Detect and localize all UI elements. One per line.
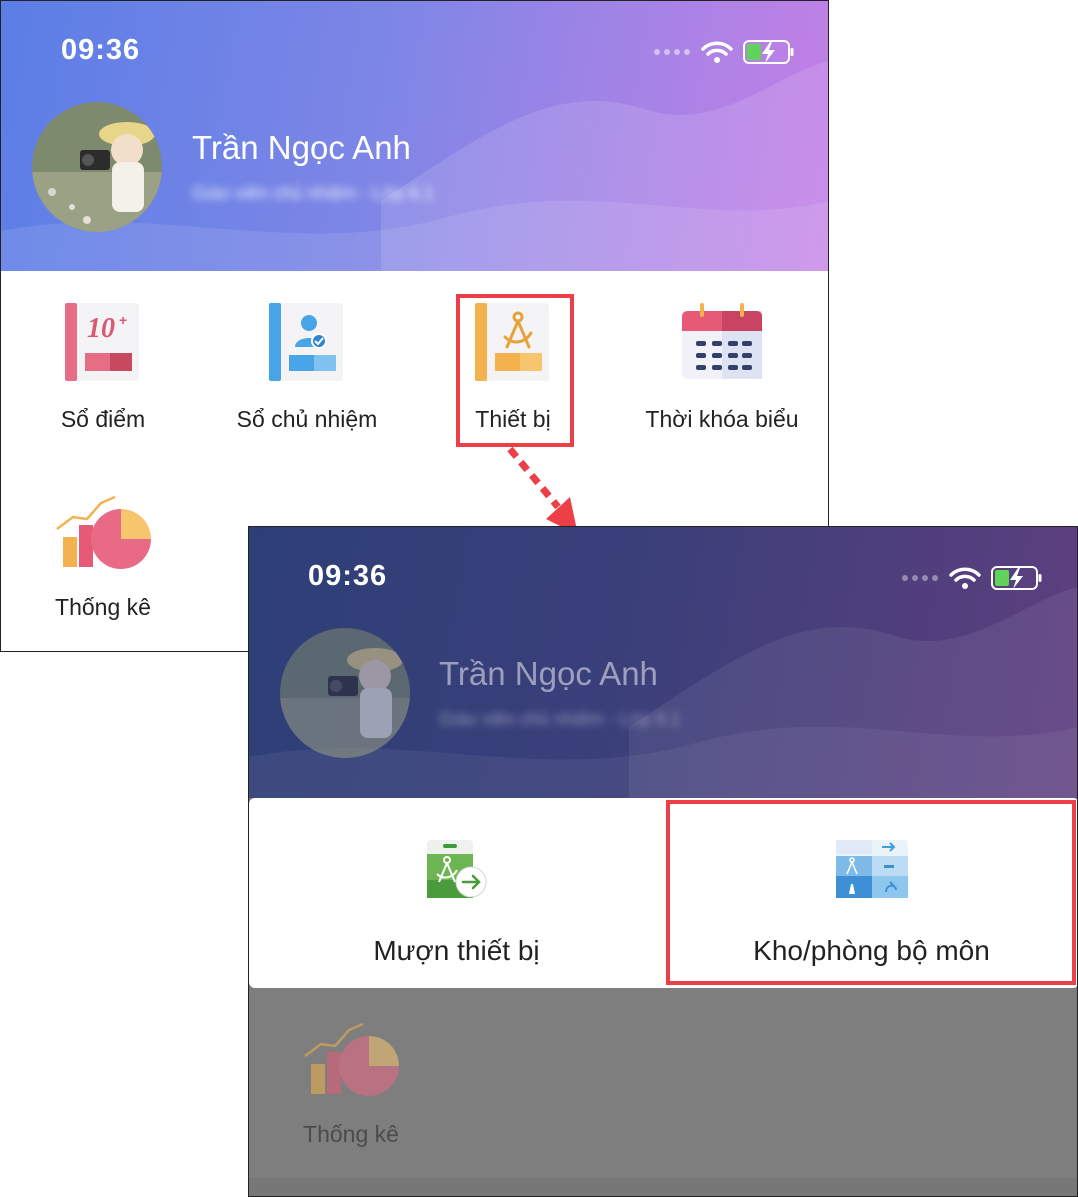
menu-item-timetable[interactable]: Thời khóa biểu <box>631 301 813 433</box>
highlight-subject-room <box>666 800 1076 985</box>
popup-item-borrow-equipment[interactable]: Mượn thiết bị <box>249 836 664 967</box>
equipment-popup: Mượn thiết bị Kho/phòng bộ môn <box>249 798 1077 988</box>
svg-text:+: + <box>119 312 127 328</box>
highlight-equipment <box>456 294 574 447</box>
user-role: Giáo viên chủ nhiệm - Lớp 6.1 <box>192 183 434 203</box>
menu-item-homeroom-book[interactable]: Sổ chủ nhiệm <box>227 301 387 433</box>
status-icons <box>653 39 795 65</box>
avatar[interactable] <box>32 102 162 232</box>
wifi-icon <box>701 41 733 63</box>
menu-item-gradebook[interactable]: 10 + Sổ điểm <box>23 301 183 433</box>
avatar <box>280 628 410 758</box>
bottom-bar <box>249 1178 1077 1196</box>
svg-text:10: 10 <box>87 313 115 344</box>
menu-label-statistics: Thống kê <box>303 1121 399 1147</box>
menu-item-statistics-dimmed: Thống kê <box>271 1016 431 1148</box>
menu-item-statistics[interactable]: Thống kê <box>23 489 183 621</box>
menu-label-homeroom-book: Sổ chủ nhiệm <box>236 406 378 432</box>
status-time: 09:36 <box>61 34 141 66</box>
calendar-icon <box>682 303 762 379</box>
user-name: Trần Ngọc Anh <box>192 129 411 166</box>
popup-label-borrow-equipment: Mượn thiết bị <box>373 935 540 966</box>
profile-header: 09:36 Trần Ngọc Anh Giáo viên chủ nhiệm … <box>1 1 828 271</box>
homeroom-book-icon <box>269 303 343 381</box>
borrow-equipment-icon <box>426 840 486 898</box>
signal-dots-icon <box>654 49 690 55</box>
statistics-chart-icon <box>304 1022 399 1096</box>
menu-label-gradebook: Sổ điểm <box>60 406 146 432</box>
gradebook-icon: 10 + <box>65 303 139 381</box>
dimmed-overlay[interactable]: Thống kê <box>249 988 1077 1196</box>
menu-label-statistics: Thống kê <box>55 594 151 620</box>
status-time: 09:36 <box>308 560 388 592</box>
screen-equipment-popup: 09:36 Trần Ngọc Anh Giáo viên chủ nhiệm … <box>248 526 1078 1197</box>
user-role: Giáo viên chủ nhiệm - Lớp 6.1 <box>439 709 681 729</box>
status-icons <box>901 565 1043 591</box>
statistics-chart-icon <box>56 495 151 569</box>
menu-label-timetable: Thời khóa biểu <box>645 406 799 432</box>
battery-charging-icon <box>743 40 794 64</box>
user-name: Trần Ngọc Anh <box>439 655 658 692</box>
battery-charging-icon <box>991 566 1042 590</box>
wifi-icon <box>949 567 981 589</box>
profile-header-dimmed: 09:36 Trần Ngọc Anh Giáo viên chủ nhiệm … <box>249 527 1077 798</box>
signal-dots-icon <box>902 575 938 581</box>
